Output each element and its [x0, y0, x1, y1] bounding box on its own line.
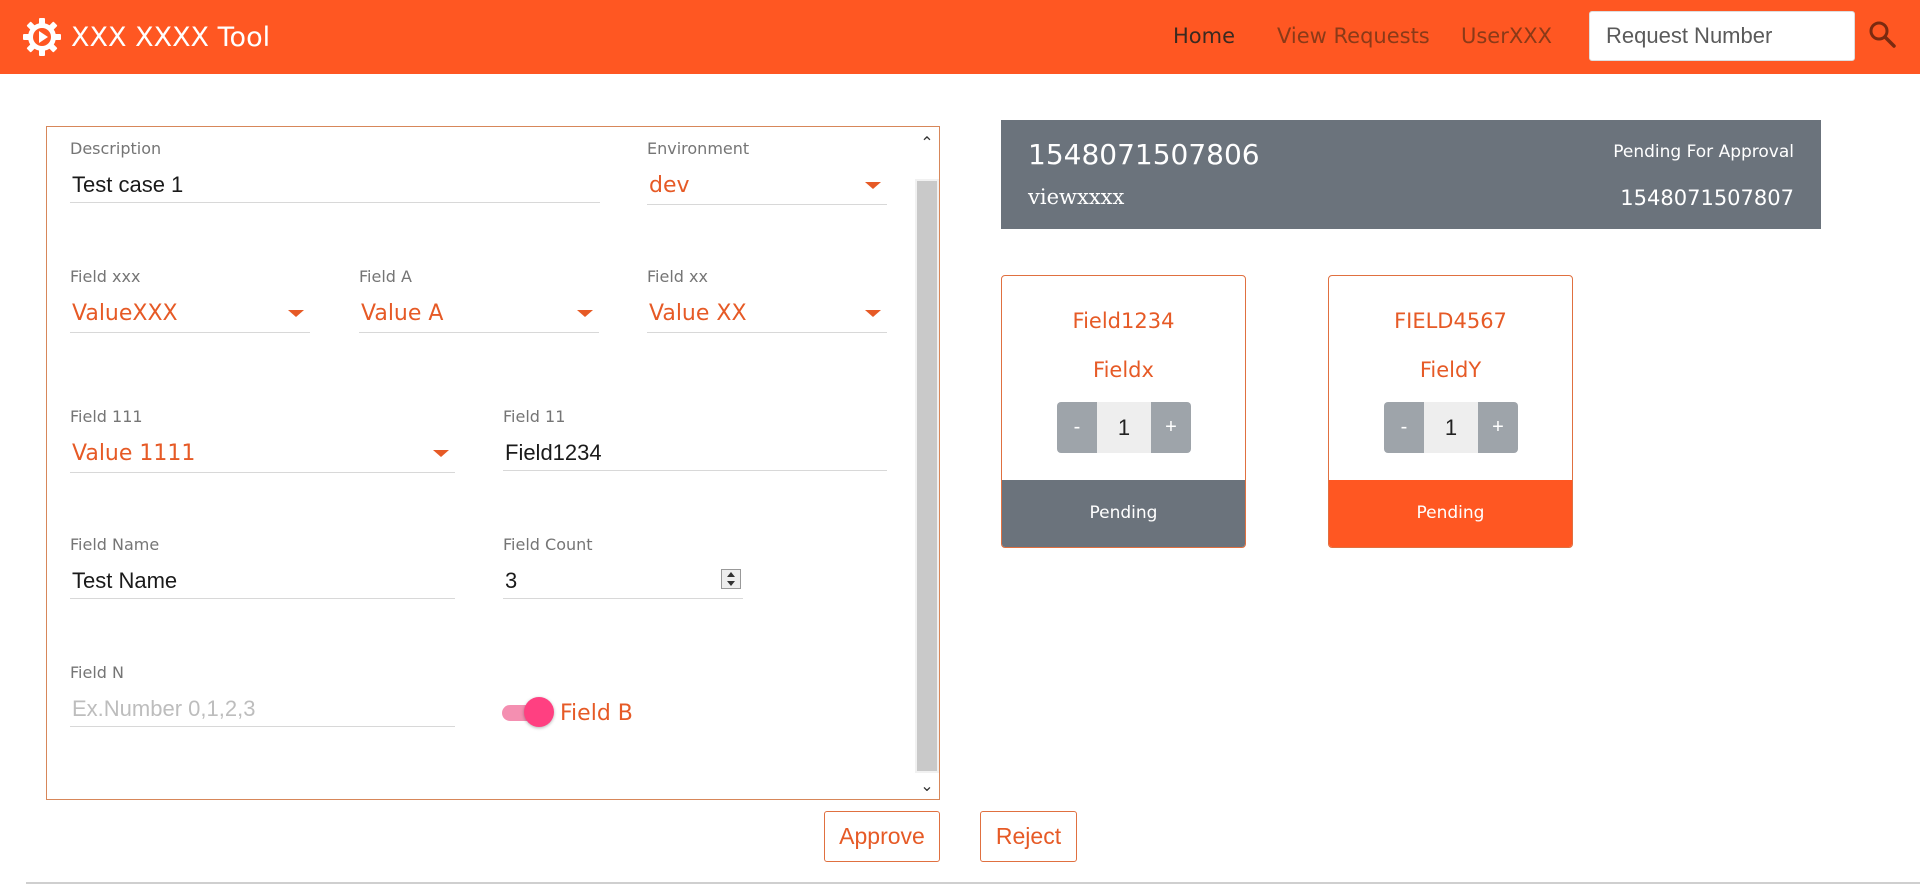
top-app-bar: XXX XXXX Tool Home View Requests UserXXX	[0, 0, 1920, 74]
field-xx-label: Field xx	[647, 267, 708, 286]
chevron-down-icon	[433, 450, 449, 457]
card-title: Field1234	[1072, 309, 1175, 333]
quantity-stepper: - 1 +	[1384, 402, 1518, 453]
request-number-search-input[interactable]	[1589, 11, 1855, 61]
card-status-footer: Pending	[1002, 480, 1245, 547]
field-xx-select[interactable]: Value XX	[647, 297, 887, 333]
spin-arrows-icon[interactable]	[721, 569, 741, 589]
field-xxx-value: ValueXXX	[72, 301, 178, 326]
chevron-down-icon	[577, 310, 593, 317]
field-count-field: Field Count	[503, 535, 743, 605]
decrement-button[interactable]: -	[1057, 402, 1097, 453]
field-xx-field: Field xx Value XX	[647, 267, 887, 337]
environment-label: Environment	[647, 139, 750, 158]
field-111-label: Field 111	[70, 407, 143, 426]
item-card: FIELD4567 FieldY - 1 + Pending	[1328, 275, 1573, 548]
item-card: Field1234 Fieldx - 1 + Pending	[1001, 275, 1246, 548]
environment-value: dev	[649, 173, 690, 198]
increment-button[interactable]: +	[1151, 402, 1191, 453]
app-title: XXX XXXX Tool	[71, 21, 271, 53]
request-status: Pending For Approval	[1613, 142, 1794, 162]
environment-select[interactable]: dev	[647, 169, 887, 205]
decrement-button[interactable]: -	[1384, 402, 1424, 453]
field-xxx-field: Field xxx ValueXXX	[70, 267, 310, 337]
increment-button[interactable]: +	[1478, 402, 1518, 453]
description-input[interactable]	[70, 167, 600, 203]
scroll-up-arrow-icon[interactable]: ⌃	[915, 127, 939, 179]
approve-button[interactable]: Approve	[824, 811, 940, 862]
field-a-select[interactable]: Value A	[359, 297, 599, 333]
field-a-value: Value A	[361, 301, 444, 326]
field-name-label: Field Name	[70, 535, 160, 554]
field-name-field: Field Name	[70, 535, 455, 605]
field-b-label: Field B	[560, 701, 633, 726]
brand[interactable]: XXX XXXX Tool	[21, 15, 270, 59]
field-n-field: Field N	[70, 663, 455, 733]
field-n-input[interactable]	[70, 691, 455, 727]
card-title: FIELD4567	[1394, 309, 1507, 333]
search-button[interactable]	[1868, 20, 1898, 50]
quantity-value: 1	[1097, 402, 1151, 453]
gear-play-icon	[23, 18, 61, 56]
request-secondary-number: 1548071507807	[1620, 186, 1794, 210]
field-name-input[interactable]	[70, 563, 455, 599]
chevron-down-icon	[865, 310, 881, 317]
field-11-field: Field 11	[503, 407, 887, 477]
toggle-knob	[524, 697, 554, 727]
request-summary: 1548071507806 viewxxxx Pending For Appro…	[1001, 120, 1821, 229]
footer-divider	[26, 882, 1920, 884]
field-xxx-label: Field xxx	[70, 267, 141, 286]
nav-view-requests-link[interactable]: View Requests	[1277, 24, 1430, 48]
environment-field: Environment dev	[647, 139, 887, 209]
field-111-field: Field 111 Value 1111	[70, 407, 455, 477]
nav-home-link[interactable]: Home	[1173, 24, 1235, 48]
chevron-down-icon	[288, 310, 304, 317]
request-user: viewxxxx	[1028, 185, 1125, 209]
field-a-label: Field A	[359, 267, 412, 286]
field-11-input[interactable]	[503, 435, 887, 471]
field-xx-value: Value XX	[649, 301, 747, 326]
form-scrollbar[interactable]: ⌃ ⌄	[915, 127, 939, 799]
quantity-stepper: - 1 +	[1057, 402, 1191, 453]
description-field: Description	[70, 139, 600, 209]
card-subtitle: FieldY	[1419, 358, 1482, 382]
field-11-label: Field 11	[503, 407, 566, 426]
field-xxx-select[interactable]: ValueXXX	[70, 297, 310, 333]
nav-user-link[interactable]: UserXXX	[1461, 24, 1552, 48]
quantity-value: 1	[1424, 402, 1478, 453]
field-111-value: Value 1111	[72, 441, 196, 466]
search-icon	[1869, 21, 1896, 48]
field-count-label: Field Count	[503, 535, 593, 554]
field-count-stepper	[503, 563, 743, 599]
field-a-field: Field A Value A	[359, 267, 599, 337]
field-count-input[interactable]	[503, 563, 743, 599]
scroll-down-arrow-icon[interactable]: ⌄	[915, 773, 939, 799]
field-111-select[interactable]: Value 1111	[70, 437, 455, 473]
reject-button[interactable]: Reject	[980, 811, 1077, 862]
card-subtitle: Fieldx	[1093, 358, 1154, 382]
field-b-toggle[interactable]	[502, 697, 554, 727]
scroll-thumb[interactable]	[917, 181, 937, 771]
request-id: 1548071507806	[1028, 138, 1260, 171]
description-label: Description	[70, 139, 162, 158]
card-status-footer: Pending	[1329, 480, 1572, 547]
request-form-panel: Description Environment dev Field xxx Va…	[46, 126, 940, 800]
field-n-label: Field N	[70, 663, 124, 682]
chevron-down-icon	[865, 182, 881, 189]
